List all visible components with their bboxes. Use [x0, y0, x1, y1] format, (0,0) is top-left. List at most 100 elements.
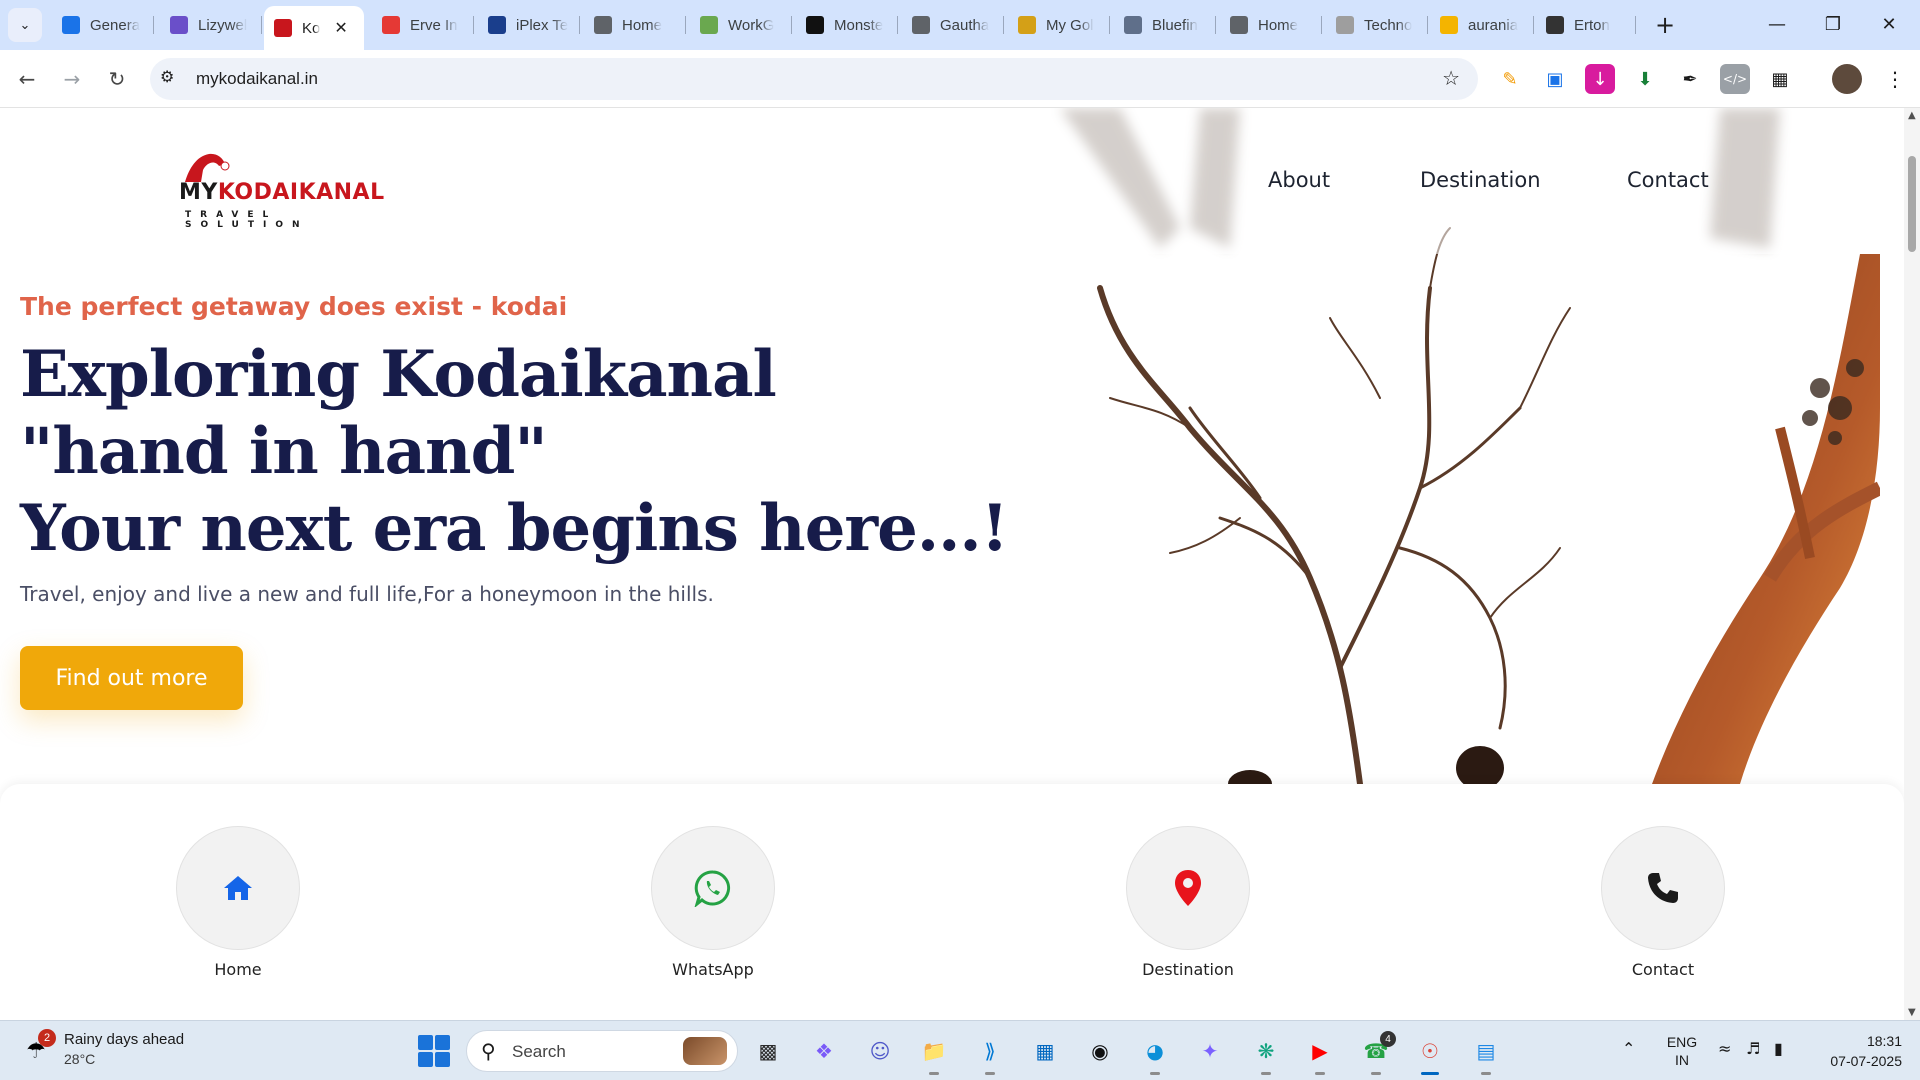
browser-tab[interactable]: Home: [584, 6, 686, 44]
taskbar-search[interactable]: ⚲ Search: [466, 1030, 738, 1072]
wifi-icon[interactable]: ≈: [1718, 1039, 1731, 1058]
tab-search-button[interactable]: ⌄: [8, 8, 42, 42]
erve-favicon-icon: [382, 16, 400, 34]
windows-taskbar: ☂ 2 Rainy days ahead 28°C ⚲ Search ▩ ❖ ☺…: [0, 1020, 1920, 1080]
browser-tab[interactable]: aurania: [1430, 6, 1534, 44]
browser-tab[interactable]: WorkG: [690, 6, 792, 44]
site-logo[interactable]: MYKODAIKANAL TRAVEL SOLUTION: [175, 150, 405, 230]
weather-widget[interactable]: ☂ 2 Rainy days ahead 28°C: [22, 1029, 222, 1073]
close-tab-icon[interactable]: ✕: [334, 18, 347, 38]
language-indicator[interactable]: ENG IN: [1664, 1033, 1700, 1069]
browser-tab[interactable]: Genera: [52, 6, 154, 44]
home-button[interactable]: [176, 826, 300, 950]
chart-favicon-icon: [62, 16, 80, 34]
mykodaikanal-favicon-icon: [274, 19, 292, 37]
hero-subline: Travel, enjoy and live a new and full li…: [20, 582, 714, 606]
scroll-thumb[interactable]: [1908, 156, 1916, 252]
browser-tab[interactable]: iPlex Te: [478, 6, 580, 44]
web-page: MYKODAIKANAL TRAVEL SOLUTION About Desti…: [0, 108, 1904, 1020]
color-picker-extension-icon[interactable]: ✒: [1675, 64, 1705, 94]
page-scrollbar[interactable]: ▲ ▼: [1904, 108, 1920, 1020]
browser-tab[interactable]: My Gol: [1008, 6, 1110, 44]
browser-tab[interactable]: Home: [1220, 6, 1322, 44]
quick-label-home: Home: [214, 960, 262, 979]
site-info-icon[interactable]: ⚙: [160, 67, 174, 86]
new-tab-button[interactable]: +: [1650, 10, 1680, 40]
tab-title: iPlex Te: [516, 16, 569, 34]
quick-label-destination: Destination: [1142, 960, 1234, 979]
notepad-icon[interactable]: ▤: [1466, 1031, 1506, 1075]
location-pin-icon: [1175, 870, 1201, 906]
aurania-favicon-icon: [1440, 16, 1458, 34]
download-extension-icon[interactable]: ↓: [1585, 64, 1615, 94]
browser-tab[interactable]: Lizywel: [160, 6, 262, 44]
browser-tab[interactable]: Gautha: [902, 6, 1004, 44]
start-button[interactable]: [418, 1035, 450, 1067]
hero-tagline: The perfect getaway does exist - kodai: [20, 292, 568, 321]
tab-title: My Gol: [1046, 16, 1094, 34]
browser-tab[interactable]: Bluefin: [1114, 6, 1216, 44]
restore-button[interactable]: ❐: [1806, 6, 1860, 42]
browser-menu-icon[interactable]: ⋮: [1880, 64, 1910, 94]
url-text[interactable]: mykodaikanal.in: [196, 69, 318, 89]
quick-link-home[interactable]: Home: [138, 826, 338, 979]
browser-tab[interactable]: Monste: [796, 6, 898, 44]
reload-button[interactable]: ↻: [100, 62, 134, 96]
battery-icon[interactable]: ▮: [1774, 1039, 1783, 1058]
edge-icon[interactable]: ◕: [1135, 1031, 1175, 1075]
copilot-app-icon[interactable]: ✦: [1190, 1031, 1230, 1071]
scroll-up-arrow-icon[interactable]: ▲: [1908, 110, 1916, 121]
code-extension-icon[interactable]: </>: [1720, 64, 1750, 94]
youtube-icon[interactable]: ▶: [1300, 1031, 1340, 1075]
quick-link-whatsapp[interactable]: WhatsApp: [613, 826, 813, 979]
contact-button[interactable]: [1601, 826, 1725, 950]
browser-tab[interactable]: Ko ✕: [264, 6, 364, 50]
volume-icon[interactable]: ♬: [1746, 1039, 1760, 1058]
bookmark-star-icon[interactable]: ☆: [1442, 66, 1460, 90]
teams-icon[interactable]: ☺: [860, 1031, 900, 1071]
whatsapp-taskbar-icon[interactable]: ☎ 4: [1356, 1031, 1396, 1075]
nav-contact-link[interactable]: Contact: [1627, 168, 1709, 192]
vscode-icon[interactable]: ⟫: [970, 1031, 1010, 1075]
erton-favicon-icon: [1546, 16, 1564, 34]
browser-tab[interactable]: Erve In: [372, 6, 474, 44]
search-highlight-image: [683, 1037, 727, 1065]
screenshot-extension-icon[interactable]: ▣: [1540, 64, 1570, 94]
headline-line-2: "hand in hand": [20, 414, 548, 489]
whatsapp-button[interactable]: [651, 826, 775, 950]
chrome-icon[interactable]: ☉: [1410, 1031, 1450, 1075]
dell-icon[interactable]: ◉: [1080, 1031, 1120, 1071]
green-download-extension-icon[interactable]: ⬇: [1630, 64, 1660, 94]
address-bar[interactable]: ⚙ mykodaikanal.in ☆: [150, 58, 1478, 100]
show-hidden-icons-chevron-icon[interactable]: ⌃: [1622, 1039, 1635, 1058]
browser-tab[interactable]: Techno: [1326, 6, 1428, 44]
forward-button[interactable]: →: [55, 62, 89, 96]
minimize-button[interactable]: —: [1750, 6, 1804, 42]
tab-title: Ko: [302, 19, 321, 37]
back-button[interactable]: ←: [10, 62, 44, 96]
whatsapp-taskbar-badge: 4: [1380, 1031, 1396, 1047]
find-out-more-button[interactable]: Find out more: [20, 646, 243, 710]
destination-button[interactable]: [1126, 826, 1250, 950]
scroll-down-arrow-icon[interactable]: ▼: [1908, 1007, 1916, 1018]
nav-about-link[interactable]: About: [1268, 168, 1330, 192]
chatgpt-icon[interactable]: ❋: [1246, 1031, 1286, 1075]
nav-destination-link[interactable]: Destination: [1420, 168, 1541, 192]
file-explorer-icon[interactable]: 📁: [914, 1031, 954, 1075]
globe-favicon-icon: [594, 16, 612, 34]
language-code: ENG: [1666, 1034, 1698, 1050]
monster-favicon-icon: [806, 16, 824, 34]
microsoft-store-icon[interactable]: ▦: [1025, 1031, 1065, 1071]
quick-link-contact[interactable]: Contact: [1563, 826, 1763, 979]
tab-title: Home: [1258, 16, 1299, 34]
quick-link-destination[interactable]: Destination: [1088, 826, 1288, 979]
profile-avatar[interactable]: [1832, 64, 1862, 94]
close-window-button[interactable]: ✕: [1862, 6, 1916, 42]
tab-title: Genera: [90, 16, 141, 34]
system-clock[interactable]: 18:31 07-07-2025: [1812, 1031, 1902, 1071]
browser-tab[interactable]: Erton: [1536, 6, 1636, 44]
task-view-icon[interactable]: ▩: [748, 1031, 788, 1071]
copilot-icon[interactable]: ❖: [804, 1031, 844, 1071]
extensions-puzzle-icon[interactable]: ▦: [1765, 64, 1795, 94]
pencil-extension-icon[interactable]: ✎: [1495, 64, 1525, 94]
